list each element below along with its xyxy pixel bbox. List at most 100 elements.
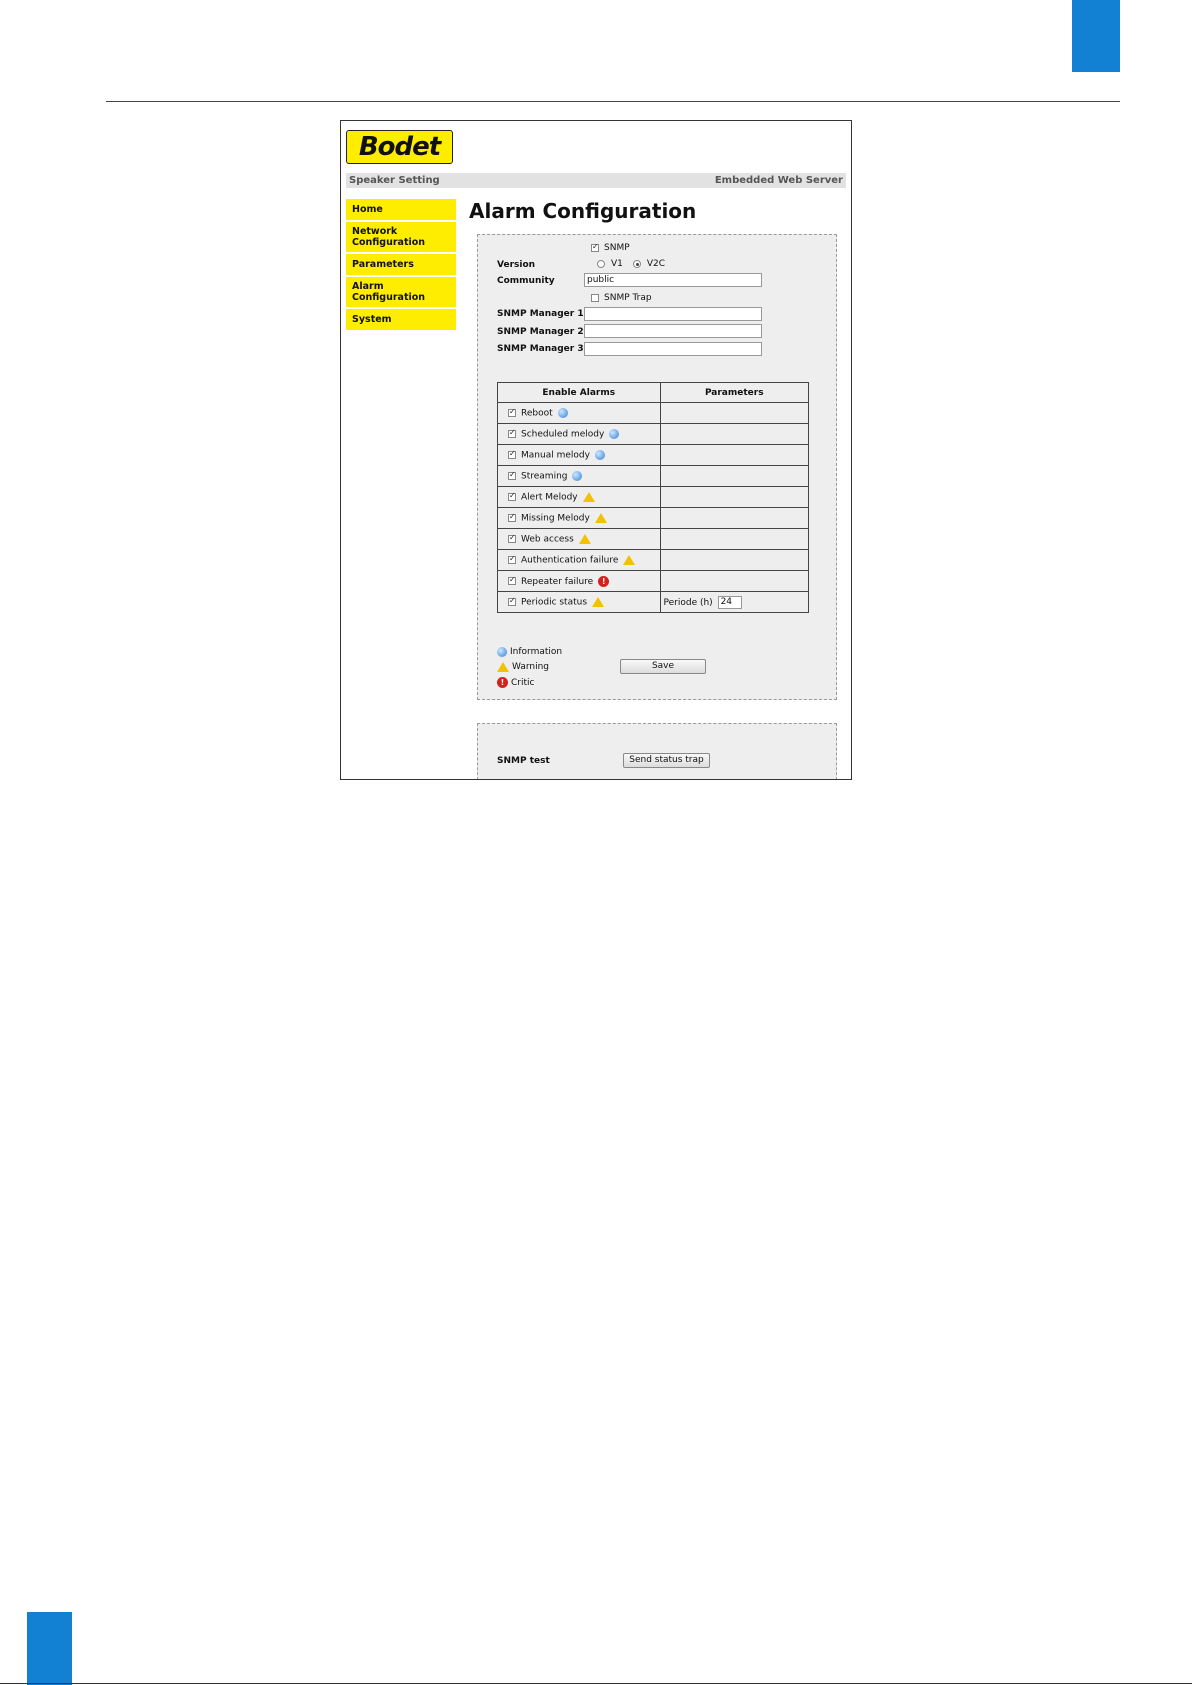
alarm-label: Repeater failure [521, 576, 594, 587]
periode-input[interactable]: 24 [717, 595, 742, 609]
alarms-table: Enable Alarms Parameters Reboot Schedule… [497, 382, 809, 613]
alarm-authentication-failure-checkbox[interactable] [508, 554, 516, 564]
warning-icon [592, 596, 605, 607]
version-label: Version [497, 260, 536, 270]
alarm-missing-melody-checkbox[interactable] [508, 512, 516, 522]
title-strip: Speaker Setting Embedded Web Server [346, 173, 846, 188]
snmp-manager-1-label: SNMP Manager 1 [497, 309, 584, 319]
critic-icon: ! [497, 677, 508, 688]
snmp-manager-3-label: SNMP Manager 3 [497, 344, 584, 354]
community-input[interactable]: public [584, 273, 762, 287]
alarm-label: Web access [521, 534, 574, 545]
alarm-label: Periodic status [521, 597, 588, 608]
snmp-test-label: SNMP test [497, 756, 550, 766]
table-row: Reboot [497, 402, 809, 424]
alarm-scheduled-melody-checkbox[interactable] [508, 428, 516, 438]
legend-warning-label: Warning [512, 662, 550, 672]
sidebar-item-parameters[interactable]: Parameters [346, 254, 456, 275]
version-radio-group: V1 V2C [597, 259, 665, 269]
device-title: Speaker Setting [349, 175, 440, 186]
sidebar-item-home[interactable]: Home [346, 199, 456, 220]
snmp-manager-3-input[interactable] [584, 342, 762, 356]
snmp-trap-label: SNMP Trap [604, 293, 652, 303]
warning-icon [578, 533, 591, 544]
bodet-logo: Bodet [346, 130, 453, 164]
snmp-manager-2-label: SNMP Manager 2 [497, 327, 584, 337]
alarm-web-access-checkbox[interactable] [508, 533, 516, 543]
table-row: Repeater failure! [497, 570, 809, 592]
alarm-label: Missing Melody [521, 513, 590, 524]
page-tab-marker-top [1072, 0, 1120, 72]
alarm-parameters-cell [659, 486, 809, 508]
alarm-manual-melody-checkbox[interactable] [508, 449, 516, 459]
alarm-parameters-cell [659, 570, 809, 592]
version-v1-label: V1 [611, 259, 623, 269]
alarms-table-header: Enable Alarms Parameters [497, 382, 809, 403]
snmp-trap-checkbox[interactable] [591, 294, 599, 302]
snmp-manager-1-input[interactable] [584, 307, 762, 321]
alarm-periodic-status-checkbox[interactable] [508, 596, 516, 606]
footer-rule [0, 1683, 1192, 1684]
send-status-trap-button[interactable]: Send status trap [623, 753, 710, 768]
legend-critic: ! Critic [497, 677, 534, 688]
community-label: Community [497, 276, 555, 286]
warning-icon [623, 554, 636, 565]
version-v2c-label: V2C [646, 259, 666, 269]
sidebar-nav: Home Network Configuration Parameters Al… [346, 199, 456, 332]
information-icon [557, 407, 568, 418]
alarm-label: Authentication failure [521, 555, 619, 566]
save-button[interactable]: Save [620, 659, 706, 674]
table-row: Alert Melody [497, 486, 809, 508]
snmp-enable-row: SNMP [591, 242, 630, 253]
version-v1-radio[interactable] [597, 260, 605, 268]
header-rule [106, 101, 1120, 102]
table-row: Scheduled melody [497, 423, 809, 445]
alarm-label: Streaming [521, 471, 568, 482]
alarm-label: Scheduled melody [521, 429, 605, 440]
legend-information: Information [497, 647, 562, 657]
critic-icon: ! [598, 575, 610, 587]
column-header-parameters: Parameters [659, 382, 809, 403]
alarm-parameters-cell [659, 465, 809, 487]
alarm-repeater-failure-checkbox[interactable] [508, 575, 516, 585]
legend-warning: Warning [497, 662, 549, 672]
sidebar-item-network-configuration[interactable]: Network Configuration [346, 222, 456, 252]
alarm-parameters-cell [659, 444, 809, 466]
legend-critic-label: Critic [511, 677, 535, 688]
sidebar-item-alarm-configuration[interactable]: Alarm Configuration [346, 277, 456, 307]
alarm-reboot-checkbox[interactable] [508, 407, 516, 417]
table-row: Periodic status Periode (h) 24 [497, 591, 809, 613]
information-icon [497, 647, 507, 657]
table-row: Authentication failure [497, 549, 809, 571]
alarm-streaming-checkbox[interactable] [508, 470, 516, 480]
sidebar-item-system[interactable]: System [346, 309, 456, 330]
alarm-parameters-cell [659, 402, 809, 424]
version-v2c-radio[interactable] [632, 260, 641, 268]
alarm-parameters-cell [659, 549, 809, 571]
alarm-parameters-cell [659, 528, 809, 550]
column-header-enable-alarms: Enable Alarms [497, 382, 661, 403]
legend-information-label: Information [510, 647, 563, 657]
information-icon [609, 428, 620, 439]
table-row: Streaming [497, 465, 809, 487]
snmp-manager-2-input[interactable] [584, 324, 762, 338]
information-icon [594, 449, 605, 460]
alarm-label: Manual melody [521, 450, 590, 461]
periode-label: Periode (h) [663, 597, 713, 608]
alarm-settings-panel: SNMP Version V1 V2C Community public SNM… [477, 234, 837, 700]
page-tab-marker-bottom [27, 1612, 72, 1685]
table-row: Manual melody [497, 444, 809, 466]
snmp-enable-checkbox[interactable] [591, 242, 599, 252]
alarm-parameters-cell [659, 507, 809, 529]
snmp-enable-label: SNMP [604, 243, 630, 253]
snmp-test-panel: SNMP test Send status trap [477, 723, 837, 779]
table-row: Missing Melody [497, 507, 809, 529]
alarm-label: Alert Melody [521, 492, 578, 503]
screenshot-frame: Bodet Speaker Setting Embedded Web Serve… [340, 120, 852, 780]
alarm-alert-melody-checkbox[interactable] [508, 491, 516, 501]
snmp-trap-row: SNMP Trap [591, 293, 652, 303]
alarm-parameters-cell: Periode (h) 24 [659, 591, 809, 613]
server-label: Embedded Web Server [714, 175, 843, 186]
warning-icon [582, 491, 595, 502]
warning-icon [497, 662, 509, 672]
